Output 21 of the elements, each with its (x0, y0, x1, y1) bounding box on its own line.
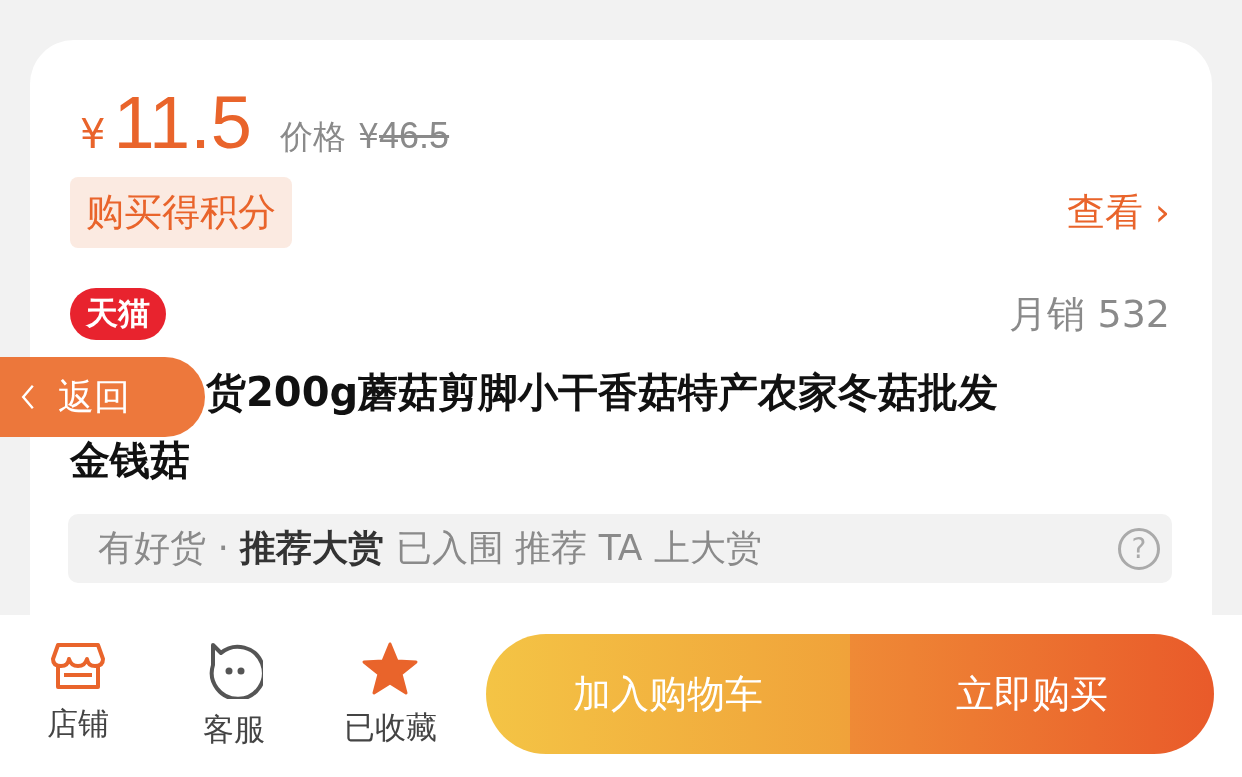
original-price-label: 价格 (280, 116, 346, 158)
original-currency: ¥ (358, 117, 379, 156)
chevron-left-icon (20, 383, 36, 411)
star-icon (361, 641, 419, 697)
price: 11.5 (113, 80, 252, 165)
product-title: 货200g蘑菇剪脚小干香菇特产农家冬菇批发 (206, 368, 999, 417)
platform-badge: 天猫 (70, 288, 166, 340)
view-link[interactable]: 查看 › (1066, 187, 1170, 238)
action-button[interactable]: 已收藏 (332, 641, 448, 751)
help-icon[interactable]: ? (1118, 527, 1160, 570)
add-to-cart-button[interactable]: 加入购物车 (486, 634, 850, 754)
back-button[interactable]: 返回 (0, 357, 205, 437)
buy-now-button[interactable]: 立即购买 (850, 634, 1214, 754)
monthly-sales: 月销 532 (1009, 290, 1170, 338)
product-title: 金钱菇 (70, 436, 190, 485)
original-price: 46.5 (379, 115, 450, 157)
points-badge: 购买得积分 (70, 177, 292, 248)
award-text: 有好货 · 推荐大赏 已入围 推荐 TA 上大赏 (98, 526, 762, 570)
action-button[interactable]: 店铺 (20, 641, 136, 751)
action-button[interactable]: 客服 (176, 641, 292, 751)
currency-sign: ¥ (80, 111, 106, 157)
